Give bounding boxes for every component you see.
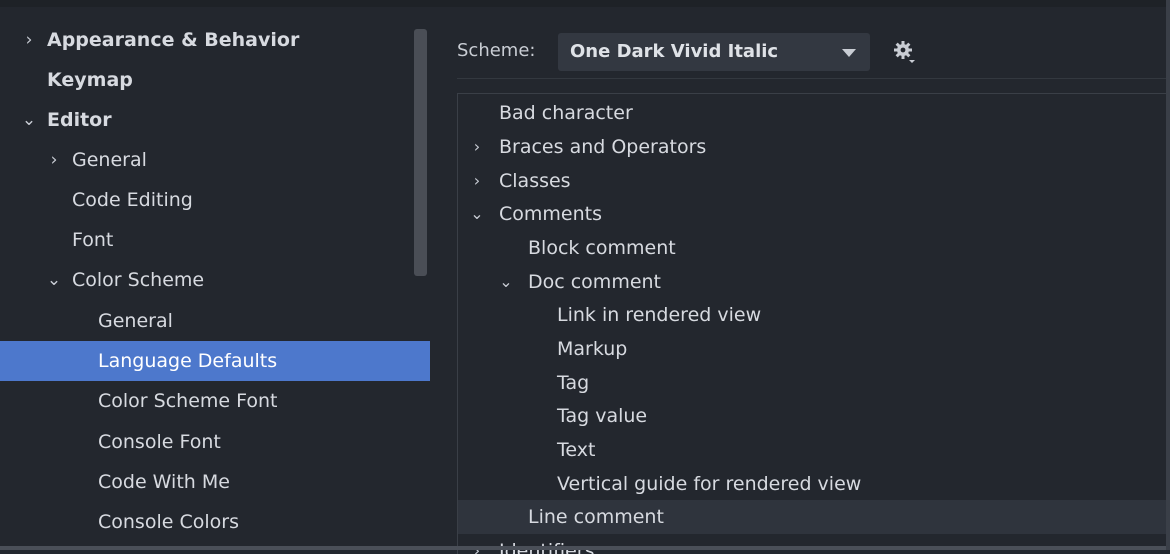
list-item-label: Bad character <box>499 102 633 124</box>
divider <box>457 78 1166 79</box>
sidebar-item-label: Color Scheme Font <box>98 390 278 412</box>
sidebar-item-appearance-behavior[interactable]: › Appearance & Behavior <box>0 20 430 60</box>
list-item-label: Block comment <box>528 237 676 259</box>
sidebar-item-label: Console Colors <box>98 511 239 533</box>
chevron-down-icon[interactable]: ⌄ <box>19 100 39 140</box>
chevron-right-icon[interactable]: › <box>468 130 486 164</box>
list-item-label: Comments <box>499 203 602 225</box>
sidebar-item-font[interactable]: Font <box>0 220 430 260</box>
list-item-classes[interactable]: › Classes <box>458 164 1167 198</box>
sidebar-item-console-colors[interactable]: Console Colors <box>0 502 430 542</box>
sidebar-item-label: Editor <box>47 109 112 131</box>
list-item-text[interactable]: Text <box>458 433 1167 467</box>
list-item-block-comment[interactable]: Block comment <box>458 231 1167 265</box>
list-item-label: Text <box>557 439 596 461</box>
sidebar-item-label: Color Scheme <box>72 269 205 291</box>
chevron-right-icon[interactable]: › <box>468 164 486 198</box>
scheme-dropdown[interactable]: One Dark Vivid Italic <box>558 33 870 71</box>
sidebar-item-label: General <box>72 149 147 171</box>
sidebar-item-code-editing[interactable]: Code Editing <box>0 180 430 220</box>
sidebar-item-code-with-me[interactable]: Code With Me <box>0 462 430 502</box>
chevron-down-icon[interactable]: ⌄ <box>497 265 515 299</box>
sidebar-item-label: Language Defaults <box>98 350 278 372</box>
sidebar-item-editor-general[interactable]: › General <box>0 140 430 180</box>
list-item-label: Braces and Operators <box>499 136 707 158</box>
list-item-tag[interactable]: Tag <box>458 366 1167 400</box>
list-item-label: Classes <box>499 170 571 192</box>
chevron-right-icon[interactable]: › <box>19 20 39 60</box>
sidebar-item-label: General <box>98 310 173 332</box>
chevron-right-icon[interactable]: › <box>44 140 64 180</box>
gear-icon[interactable] <box>892 39 918 65</box>
list-item-tag-value[interactable]: Tag value <box>458 399 1167 433</box>
list-item-doc-comment[interactable]: ⌄ Doc comment <box>458 265 1167 299</box>
attributes-tree: Bad character › Braces and Operators › C… <box>457 93 1167 554</box>
list-item-line-comment[interactable]: Line comment <box>458 500 1167 534</box>
sidebar-item-label: Appearance & Behavior <box>47 29 300 51</box>
scheme-dropdown-value: One Dark Vivid Italic <box>570 41 779 62</box>
chevron-right-icon[interactable]: › <box>468 534 486 554</box>
window-top-bar <box>0 0 1170 7</box>
sidebar-item-label: Keymap <box>47 69 133 91</box>
window-bottom-border <box>0 546 1170 550</box>
list-item-markup[interactable]: Markup <box>458 332 1167 366</box>
list-item-label: Identifiers <box>499 534 595 554</box>
list-item-label: Link in rendered view <box>557 304 762 326</box>
sidebar-item-editor[interactable]: ⌄ Editor <box>0 100 430 140</box>
settings-tree: › Appearance & Behavior Keymap ⌄ Editor … <box>0 7 430 546</box>
list-item-comments[interactable]: ⌄ Comments <box>458 197 1167 231</box>
sidebar-item-color-scheme-general[interactable]: General <box>0 301 430 341</box>
list-item-label: Line comment <box>528 506 664 528</box>
color-scheme-panel: Scheme: One Dark Vivid Italic Bad charac <box>430 7 1167 554</box>
sidebar-item-label: Console Font <box>98 431 221 453</box>
window-right-border <box>1166 0 1170 550</box>
list-item-link-rendered-view[interactable]: Link in rendered view <box>458 298 1167 332</box>
sidebar-item-console-font[interactable]: Console Font <box>0 422 430 462</box>
dropdown-arrow-icon <box>842 49 856 57</box>
sidebar-item-language-defaults[interactable]: Language Defaults <box>0 341 430 381</box>
list-item-label: Markup <box>557 338 628 360</box>
list-item-label: Tag value <box>557 405 648 427</box>
sidebar-scrollbar[interactable] <box>414 29 427 276</box>
sidebar-item-label: Code With Me <box>98 471 230 493</box>
chevron-down-icon[interactable]: ⌄ <box>468 197 486 231</box>
scheme-label: Scheme: <box>457 40 536 61</box>
list-item-identifiers[interactable]: › Identifiers <box>458 534 1167 554</box>
list-item-label: Vertical guide for rendered view <box>557 473 862 495</box>
sidebar-item-color-scheme-font[interactable]: Color Scheme Font <box>0 381 430 421</box>
sidebar-item-keymap[interactable]: Keymap <box>0 60 430 100</box>
list-item-label: Tag <box>557 372 590 394</box>
list-item-vertical-guide[interactable]: Vertical guide for rendered view <box>458 467 1167 501</box>
sidebar-item-label: Code Editing <box>72 189 193 211</box>
list-item-braces-operators[interactable]: › Braces and Operators <box>458 130 1167 164</box>
sidebar-item-color-scheme[interactable]: ⌄ Color Scheme <box>0 260 430 300</box>
chevron-down-icon[interactable]: ⌄ <box>44 260 64 300</box>
list-item-bad-character[interactable]: Bad character <box>458 96 1167 130</box>
sidebar-item-label: Font <box>72 229 114 251</box>
list-item-label: Doc comment <box>528 271 662 293</box>
